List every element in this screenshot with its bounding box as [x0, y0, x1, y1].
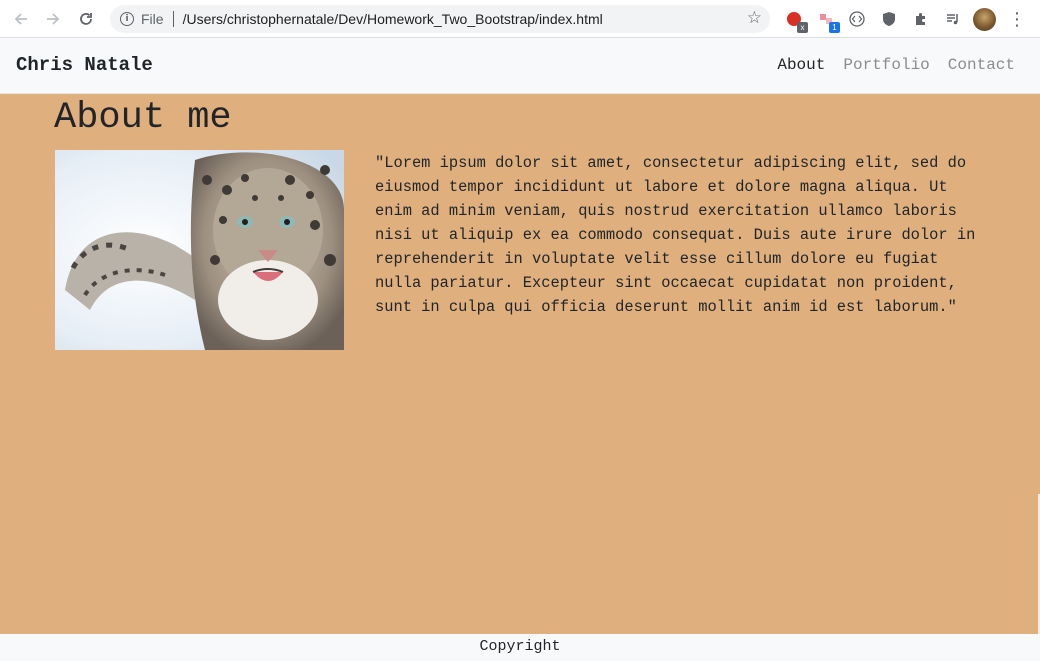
brand-name[interactable]: Chris Natale [16, 54, 153, 76]
nav-links: About Portfolio Contact [777, 56, 1015, 74]
scheme-label: File [141, 11, 164, 27]
info-icon[interactable]: i [120, 12, 134, 26]
reload-button[interactable] [75, 8, 97, 30]
address-separator [172, 11, 174, 27]
browser-toolbar: i File /Users/christophernatale/Dev/Home… [0, 0, 1040, 38]
media-control-icon[interactable] [943, 9, 963, 29]
extension-badge: 1 [829, 22, 840, 33]
reload-icon [80, 13, 92, 25]
extension-code-icon[interactable] [847, 9, 867, 29]
extension-red-icon[interactable]: x [784, 9, 808, 33]
bookmark-star-icon[interactable]: ☆ [747, 8, 762, 28]
arrow-right-icon [47, 13, 60, 25]
site-footer: Copyright [0, 634, 1040, 661]
nav-link-contact[interactable]: Contact [948, 56, 1015, 74]
nav-link-portfolio[interactable]: Portfolio [843, 56, 929, 74]
playlist-glyph [947, 14, 958, 25]
copyright-text: Copyright [479, 638, 561, 655]
site-navbar: Chris Natale About Portfolio Contact [0, 38, 1040, 94]
main-content: About me "Lorem ipsum dolor sit amet, co… [0, 94, 1040, 661]
nav-link-about[interactable]: About [777, 56, 825, 74]
code-glyph [849, 11, 865, 27]
extension-puzzle-badge-icon[interactable]: 1 [816, 9, 840, 33]
url-text[interactable]: /Users/christophernatale/Dev/Homework_Tw… [183, 11, 603, 27]
snow-leopard-image [55, 150, 344, 350]
profile-avatar[interactable] [973, 8, 996, 31]
forward-button[interactable] [42, 8, 64, 30]
arrow-left-icon [14, 13, 27, 25]
address-bar[interactable]: i File /Users/christophernatale/Dev/Home… [110, 5, 770, 33]
extension-shield-icon[interactable] [879, 9, 899, 29]
kebab-menu-icon[interactable]: ⋮ [1008, 8, 1026, 30]
back-button[interactable] [10, 8, 32, 30]
shield-glyph [883, 12, 895, 26]
bio-paragraph: "Lorem ipsum dolor sit amet, consectetur… [375, 154, 976, 316]
page-title: About me [54, 97, 232, 139]
puzzle-glyph [916, 13, 925, 25]
extensions-icon[interactable] [911, 9, 931, 29]
snow-leopard-illustration [55, 150, 344, 350]
extension-badge: x [797, 22, 808, 33]
